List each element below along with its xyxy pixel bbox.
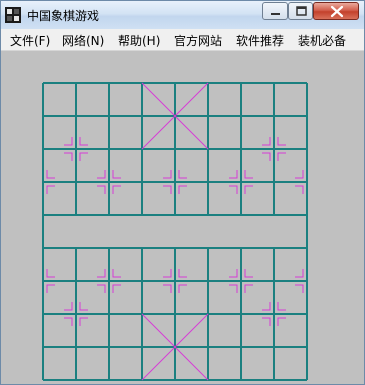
position-marker [229,284,238,293]
position-marker [244,269,253,278]
chess-board-area[interactable] [1,51,364,384]
position-marker [277,152,286,161]
position-marker [229,185,238,194]
chess-app-icon [5,7,21,23]
maximize-button[interactable] [288,2,313,20]
position-marker [277,137,286,146]
position-marker [295,284,304,293]
position-marker [229,170,238,179]
xiangqi-board[interactable] [1,51,364,384]
position-marker [46,269,55,278]
minimize-button[interactable] [262,2,288,20]
position-marker [295,269,304,278]
position-marker [46,170,55,179]
menu-software-recommend[interactable]: 软件推荐 [236,32,284,49]
menu-help[interactable]: 帮助(H) [118,32,160,49]
position-marker [64,137,73,146]
menu-file[interactable]: 文件(F) [10,32,50,49]
position-marker [112,284,121,293]
menu-official-site[interactable]: 官方网站 [174,32,222,49]
menu-must-have[interactable]: 装机必备 [298,32,346,49]
position-marker [262,152,271,161]
position-marker [163,170,172,179]
position-marker [46,185,55,194]
position-marker [262,302,271,311]
title-bar[interactable]: 中国象棋游戏 [1,1,364,29]
position-marker [79,317,88,326]
position-marker [97,170,106,179]
position-marker [244,185,253,194]
position-marker [163,269,172,278]
position-marker [79,302,88,311]
position-marker [277,317,286,326]
position-marker [163,284,172,293]
position-marker [64,317,73,326]
position-marker [79,152,88,161]
menu-bar: 文件(F) 网络(N) 帮助(H) 官方网站 软件推荐 装机必备 [1,29,364,51]
window-title: 中国象棋游戏 [27,9,100,23]
position-marker [295,170,304,179]
position-marker [112,269,121,278]
position-marker [262,137,271,146]
position-marker [244,170,253,179]
position-marker [97,284,106,293]
position-marker [64,152,73,161]
position-marker [178,170,187,179]
position-marker [262,317,271,326]
position-marker [64,302,73,311]
position-marker [295,185,304,194]
minimize-icon [271,13,280,15]
position-marker [79,137,88,146]
position-marker [178,284,187,293]
position-marker [97,185,106,194]
maximize-icon [296,6,307,16]
close-button[interactable] [313,2,359,20]
position-marker [244,284,253,293]
position-marker [97,269,106,278]
close-icon [330,5,344,18]
position-marker [112,185,121,194]
menu-network[interactable]: 网络(N) [62,32,104,49]
position-marker [229,269,238,278]
position-marker [163,185,172,194]
app-window: 中国象棋游戏 文件(F) 网络(N) 帮助(H) 官方网站 软件推荐 装机必备 [0,0,365,385]
position-marker [277,302,286,311]
position-marker [178,185,187,194]
position-marker [178,269,187,278]
position-marker [112,170,121,179]
position-marker [46,284,55,293]
